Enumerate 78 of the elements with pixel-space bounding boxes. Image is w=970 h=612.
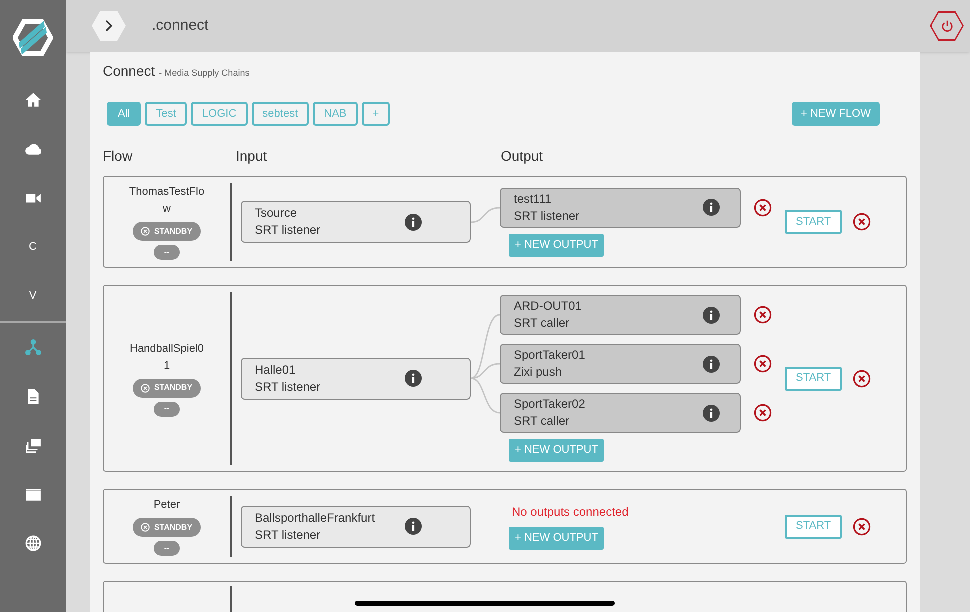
power-icon [940,20,954,32]
start-button[interactable]: START [785,210,842,234]
layers-icon[interactable] [24,437,42,454]
new-flow-button[interactable]: + NEW FLOW [792,102,880,126]
info-icon[interactable] [703,306,720,324]
globe-icon[interactable] [24,535,42,552]
empty-message: No outputs connected [512,504,630,521]
endpoint-type: Zixi push [514,364,564,381]
home-icon[interactable] [24,92,42,109]
info-icon[interactable] [703,404,720,422]
info-icon[interactable] [405,370,422,387]
flow-name: ThomasTestFlow [128,185,206,217]
filter-tab[interactable]: NAB [313,102,358,126]
endpoint-type: SRT caller [514,413,571,430]
info-icon[interactable] [703,199,720,216]
page-title: Connect [103,62,156,81]
endpoint-name: Tsource [255,205,298,222]
endpoint-name: test111 [514,190,553,208]
info-icon[interactable] [703,356,720,372]
output-node[interactable]: SportTaker01 Zixi push [500,344,741,384]
connector-lines [471,206,500,223]
status-badge: STANDBY [133,518,201,537]
start-button[interactable]: START [785,366,842,390]
flow-name: Peter [152,498,182,513]
endpoint-type: SRT listener [514,208,581,224]
output-node[interactable]: test111 SRT listener [500,188,741,228]
endpoint-name: ARD-OUT01 [514,298,584,315]
info-icon[interactable] [405,214,422,230]
remove-icon[interactable] [853,370,872,388]
status-badge: -- [154,402,180,416]
filter-tab[interactable]: sebtest [252,102,310,126]
remove-icon[interactable] [853,213,872,231]
column-header: Input [236,147,268,166]
output-node[interactable]: ARD-OUT01 SRT caller [500,295,741,335]
cloud-icon[interactable] [24,141,42,158]
app-logo [13,19,53,57]
status-badge: STANDBY [133,222,201,241]
filter-tab[interactable]: LOGIC [191,102,248,126]
cancel-icon [141,523,150,532]
endpoint-name: SportTaker02 [514,396,586,413]
endpoint-name: SportTaker01 [514,347,586,364]
cancel-icon [141,227,150,236]
status-badge: -- [154,541,180,556]
endpoint-type: SRT caller [514,315,571,332]
clapperboard-icon[interactable] [24,486,42,503]
status-badge: -- [154,245,180,260]
cancel-icon [141,384,150,392]
new-output-button[interactable]: + NEW OUTPUT [509,527,604,550]
remove-icon[interactable] [853,518,872,536]
page-subtitle: - Media Supply Chains [159,67,250,80]
new-output-button[interactable]: + NEW OUTPUT [509,439,604,462]
input-node[interactable]: Tsource SRT listener [241,201,471,243]
new-output-button[interactable]: + NEW OUTPUT [509,234,604,256]
column-header: Flow [103,147,134,166]
endpoint-type: SRT listener [255,222,322,239]
sidebar-item[interactable]: V [29,288,37,305]
start-button[interactable]: START [785,514,842,538]
input-node[interactable]: Halle01 SRT listener [241,358,471,400]
filter-tab[interactable]: Test [145,102,188,126]
input-node[interactable]: BallsporthalleFrankfurt SRT listener [241,506,471,548]
app-title: .connect [152,16,209,36]
chevron-right-icon [105,20,113,32]
flow-name: HandballSpiel01 [129,342,205,374]
column-header: Output [501,147,544,166]
output-node[interactable]: SportTaker02 SRT caller [500,393,741,433]
remove-icon[interactable] [754,404,772,422]
remove-icon[interactable] [754,198,772,216]
endpoint-name: Halle01 [255,362,297,378]
endpoint-type: SRT listener [255,378,322,396]
remove-icon[interactable] [754,355,772,373]
remove-icon[interactable] [754,306,772,324]
endpoint-name: BallsporthalleFrankfurt [255,510,376,526]
status-badge: STANDBY [133,378,201,398]
sidebar-item[interactable]: C [29,239,37,256]
endpoint-type: SRT listener [255,526,322,544]
info-icon[interactable] [405,518,422,535]
filter-tab[interactable]: + [362,102,390,126]
filter-tab[interactable]: All [107,102,142,126]
